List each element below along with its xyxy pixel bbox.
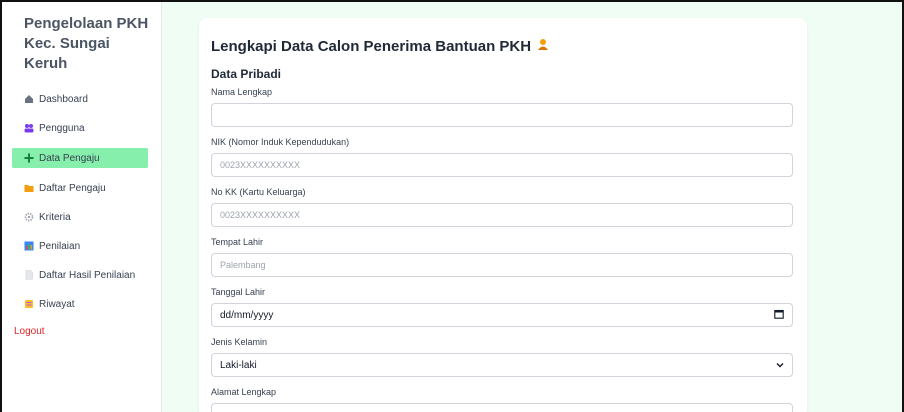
- brand-line-2: Kec. Sungai Keruh: [24, 35, 110, 72]
- app-frame: Pengelolaan PKH Kec. Sungai Keruh Dashbo…: [0, 0, 904, 412]
- chevron-down-icon: [776, 360, 784, 370]
- field-label-nama: Nama Lengkap: [211, 87, 273, 97]
- brand-line-1: Pengelolaan PKH: [24, 15, 149, 32]
- sidebar-item-data-pengaju[interactable]: Data Pengaju: [12, 148, 148, 168]
- sidebar-item-label: Pengguna: [39, 122, 85, 134]
- tanggal-lahir-input[interactable]: dd/mm/yyyy: [211, 303, 793, 327]
- chart-icon: [24, 241, 34, 251]
- tempat-lahir-placeholder: Palembang: [220, 260, 266, 270]
- field-label-nik: NIK (Nomor Induk Kependudukan): [211, 137, 350, 147]
- brand: Pengelolaan PKH Kec. Sungai Keruh: [24, 14, 151, 74]
- main-content: Lengkapi Data Calon Penerima Bantuan PKH…: [162, 2, 902, 412]
- section-heading: Data Pribadi: [211, 67, 282, 81]
- sidebar-item-penilaian[interactable]: Penilaian: [12, 237, 151, 255]
- person-icon: [537, 38, 549, 54]
- calendar-icon[interactable]: [774, 309, 784, 321]
- sidebar-item-label: Penilaian: [39, 240, 81, 252]
- tanggal-lahir-value: dd/mm/yyyy: [220, 309, 274, 321]
- gear-icon: [24, 212, 34, 222]
- sidebar-item-label: Daftar Hasil Penilaian: [39, 269, 136, 281]
- nik-placeholder: 0023XXXXXXXXXX: [220, 160, 301, 170]
- page-title: Lengkapi Data Calon Penerima Bantuan PKH: [211, 36, 795, 56]
- no-kk-placeholder: 0023XXXXXXXXXX: [220, 210, 301, 220]
- tempat-lahir-input[interactable]: Palembang: [211, 253, 793, 277]
- plus-icon: [24, 153, 34, 163]
- no-kk-input[interactable]: 0023XXXXXXXXXX: [211, 203, 793, 227]
- document-icon: [24, 270, 34, 280]
- home-icon: [24, 94, 34, 104]
- sidebar-item-daftar-hasil-penilaian[interactable]: Daftar Hasil Penilaian: [12, 266, 151, 284]
- sidebar: Pengelolaan PKH Kec. Sungai Keruh Dashbo…: [2, 2, 162, 412]
- users-icon: [24, 123, 34, 133]
- field-label-no-kk: No KK (Kartu Keluarga): [211, 187, 306, 197]
- form-card: Lengkapi Data Calon Penerima Bantuan PKH…: [199, 18, 807, 412]
- field-label-tanggal-lahir: Tanggal Lahir: [211, 287, 266, 297]
- nama-lengkap-input[interactable]: [211, 103, 793, 127]
- field-label-tempat-lahir: Tempat Lahir: [211, 237, 264, 247]
- field-label-jenis-kelamin: Jenis Kelamin: [211, 337, 268, 347]
- history-icon: [24, 299, 34, 309]
- folder-icon: [24, 183, 34, 193]
- page-title-text: Lengkapi Data Calon Penerima Bantuan PKH: [211, 37, 532, 55]
- sidebar-item-label: Riwayat: [39, 298, 75, 310]
- jenis-kelamin-value: Laki-laki: [220, 359, 257, 371]
- nik-input[interactable]: 0023XXXXXXXXXX: [211, 153, 793, 177]
- sidebar-item-label: Data Pengaju: [39, 152, 100, 164]
- sidebar-item-label: Dashboard: [39, 93, 88, 105]
- alamat-lengkap-input[interactable]: [211, 403, 793, 412]
- jenis-kelamin-select[interactable]: Laki-laki: [211, 353, 793, 377]
- sidebar-item-label: Kriteria: [39, 211, 71, 223]
- sidebar-item-pengguna[interactable]: Pengguna: [12, 119, 151, 137]
- sidebar-item-daftar-pengaju[interactable]: Daftar Pengaju: [12, 179, 151, 197]
- sidebar-item-kriteria[interactable]: Kriteria: [12, 208, 151, 226]
- sidebar-item-label: Daftar Pengaju: [39, 182, 106, 194]
- sidebar-item-riwayat[interactable]: Riwayat: [12, 295, 151, 313]
- sidebar-item-dashboard[interactable]: Dashboard: [12, 90, 151, 108]
- field-label-alamat: Alamat Lengkap: [211, 387, 277, 397]
- logout-link[interactable]: Logout: [14, 326, 151, 337]
